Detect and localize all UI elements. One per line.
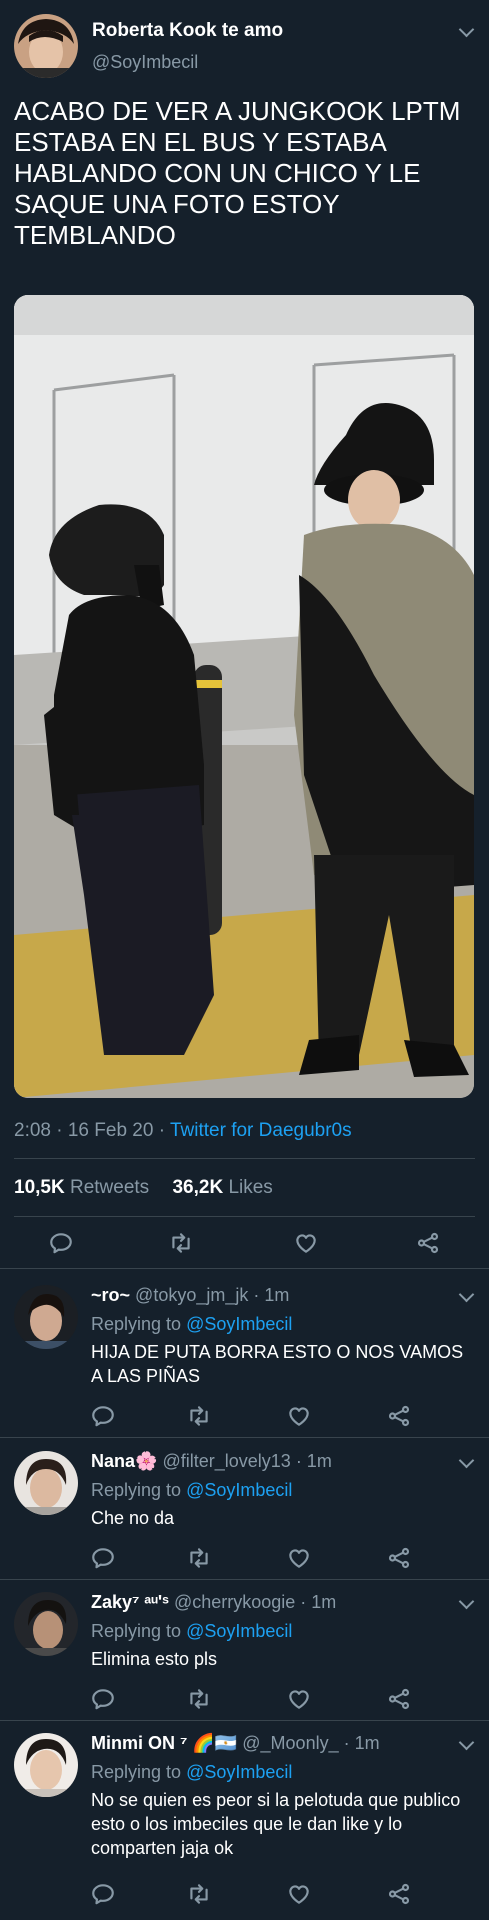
retweet-icon[interactable] [184,1879,214,1909]
reply-author-handle[interactable]: @cherrykoogie [174,1592,295,1612]
reply-text: Elimina esto pls [91,1649,218,1669]
reply-avatar[interactable] [14,1733,78,1797]
reply-author-name[interactable]: ~ro~ [91,1285,130,1305]
share-icon[interactable] [384,1401,414,1431]
tweet-actions [0,1228,489,1262]
reply-tweet[interactable]: ~ro~ @tokyo_jm_jk · 1m Replying to @SoyI… [0,1285,489,1435]
timestamp-text: 2:08 · 16 Feb 20 · [14,1120,170,1141]
likes-stat[interactable]: 36,2K Likes [172,1177,272,1198]
retweets-count: 10,5K [14,1177,65,1198]
divider [0,1720,489,1721]
reply-actions [0,1543,489,1577]
reply-avatar[interactable] [14,1285,78,1349]
replying-to-link[interactable]: @SoyImbecil [186,1314,292,1334]
reply-icon[interactable] [88,1401,118,1431]
chevron-down-icon[interactable] [458,1286,475,1303]
author-handle[interactable]: @SoyImbecil [92,52,198,73]
reply-header: Zaky⁷ ᵃᵘ'ˢ @cherrykoogie · 1m [91,1592,336,1613]
reply-icon[interactable] [88,1879,118,1909]
likes-label: Likes [228,1177,273,1198]
reply-header: ~ro~ @tokyo_jm_jk · 1m [91,1285,289,1306]
replying-to: Replying to @SoyImbecil [91,1314,292,1335]
replying-to-link[interactable]: @SoyImbecil [186,1480,292,1500]
reply-avatar[interactable] [14,1451,78,1515]
reply-actions [0,1684,489,1718]
like-icon[interactable] [284,1401,314,1431]
retweet-icon[interactable] [166,1228,196,1258]
reply-avatar[interactable] [14,1592,78,1656]
reply-tweet[interactable]: Nana🌸 @filter_lovely13 · 1m Replying to … [0,1451,489,1576]
reply-actions [0,1401,489,1435]
tweet-timestamp: 2:08 · 16 Feb 20 · Twitter for Daegubr0s [14,1120,352,1142]
reply-time: · 1m [295,1451,332,1471]
like-icon[interactable] [291,1228,321,1258]
reply-author-handle[interactable]: @filter_lovely13 [162,1451,290,1471]
reply-icon[interactable] [88,1684,118,1714]
replying-to-label: Replying to [91,1621,187,1641]
replying-to-link[interactable]: @SoyImbecil [186,1621,292,1641]
chevron-down-icon[interactable] [458,1452,475,1469]
reply-text: Che no da [91,1508,175,1528]
divider [0,1437,489,1438]
reply-text: HIJA DE PUTA BORRA ESTO O NOS VAMOS A LA… [91,1342,464,1386]
share-icon[interactable] [384,1684,414,1714]
tweet-photo[interactable] [14,295,474,1098]
reply-time: · 1m [343,1733,380,1753]
reply-author-name[interactable]: Zaky⁷ ᵃᵘ'ˢ [91,1592,169,1612]
retweet-icon[interactable] [184,1401,214,1431]
like-icon[interactable] [284,1879,314,1909]
reply-author-name[interactable]: Minmi ON ⁷ 🌈🇦🇷 [91,1733,237,1753]
chevron-down-icon[interactable] [458,21,475,38]
replying-to: Replying to @SoyImbecil [91,1480,292,1501]
reply-author-handle[interactable]: @_Moonly_ [242,1733,338,1753]
replying-to: Replying to @SoyImbecil [91,1621,292,1642]
tweet-source-link[interactable]: Twitter for Daegubr0s [170,1120,352,1141]
replying-to-label: Replying to [91,1314,187,1334]
share-icon[interactable] [384,1879,414,1909]
reply-icon[interactable] [88,1543,118,1573]
replying-to-label: Replying to [91,1480,187,1500]
retweet-icon[interactable] [184,1684,214,1714]
divider [14,1158,475,1159]
reply-tweet[interactable]: Zaky⁷ ᵃᵘ'ˢ @cherrykoogie · 1m Replying t… [0,1592,489,1717]
reply-header: Nana🌸 @filter_lovely13 · 1m [91,1451,332,1472]
retweet-icon[interactable] [184,1543,214,1573]
chevron-down-icon[interactable] [458,1734,475,1751]
reply-time: · 1m [253,1285,290,1305]
retweets-label: Retweets [69,1177,150,1198]
reply-author-name[interactable]: Nana🌸 [91,1451,157,1471]
chevron-down-icon[interactable] [458,1593,475,1610]
reply-actions [0,1879,489,1913]
likes-count: 36,2K [172,1177,224,1198]
replying-to: Replying to @SoyImbecil [91,1762,292,1783]
replying-to-link[interactable]: @SoyImbecil [186,1762,292,1782]
replying-to-label: Replying to [91,1762,187,1782]
retweets-stat[interactable]: 10,5K Retweets [14,1177,149,1198]
divider [14,1216,475,1217]
author-name[interactable]: Roberta Kook te amo [92,20,283,42]
reply-tweet[interactable]: Minmi ON ⁷ 🌈🇦🇷 @_Moonly_ · 1m Replying t… [0,1733,489,1913]
reply-text: No se quien es peor si la pelotuda que p… [91,1790,461,1858]
like-icon[interactable] [284,1684,314,1714]
reply-time: · 1m [300,1592,337,1612]
author-avatar[interactable] [14,14,78,78]
share-icon[interactable] [413,1228,443,1258]
reply-header: Minmi ON ⁷ 🌈🇦🇷 @_Moonly_ · 1m [91,1733,380,1754]
engagement-stats: 10,5K Retweets 36,2K Likes [14,1177,273,1199]
share-icon[interactable] [384,1543,414,1573]
reply-icon[interactable] [46,1228,76,1258]
reply-author-handle[interactable]: @tokyo_jm_jk [135,1285,248,1305]
tweet-text: ACABO DE VER A JUNGKOOK LPTM ESTABA EN E… [14,96,461,250]
divider [0,1579,489,1580]
divider [0,1268,489,1269]
like-icon[interactable] [284,1543,314,1573]
